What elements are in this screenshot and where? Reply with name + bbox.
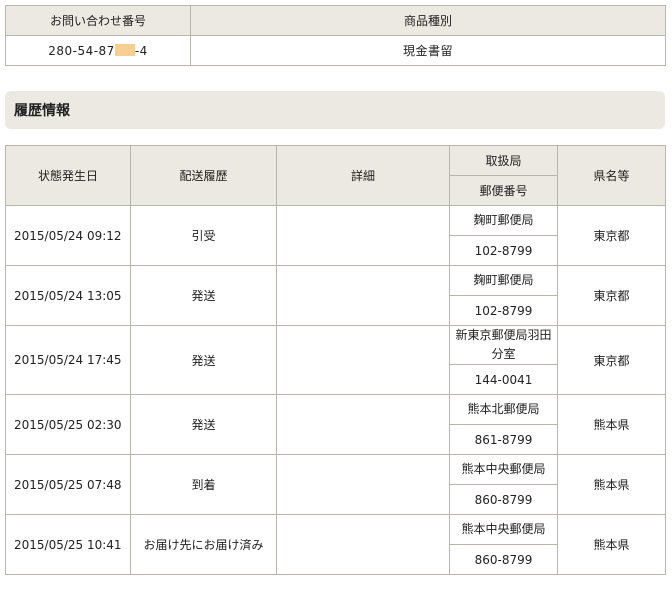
event-detail	[276, 265, 450, 326]
event-date: 2015/05/25 10:41	[5, 514, 131, 575]
handling-office: 新東京郵便局羽田分室	[449, 325, 558, 365]
history-row: 2015/05/25 02:30 発送 熊本北郵便局 熊本県	[5, 394, 666, 455]
delivery-status: 引受	[130, 205, 277, 266]
event-detail	[276, 205, 450, 266]
tracking-number: 280-54-87 -4	[5, 35, 191, 66]
handling-office: 麹町郵便局	[449, 265, 558, 296]
handling-office: 麹町郵便局	[449, 205, 558, 236]
prefecture: 熊本県	[557, 394, 666, 455]
event-date: 2015/05/24 09:12	[5, 205, 131, 266]
history-row: 2015/05/24 09:12 引受 麹町郵便局 東京都	[5, 205, 666, 266]
event-detail	[276, 325, 450, 395]
delivery-status: 発送	[130, 394, 277, 455]
prefecture-column-header: 県名等	[557, 145, 666, 206]
history-header-row: 状態発生日 配送履歴 詳細 取扱局 県名等	[5, 145, 666, 206]
history-row: 2015/05/24 17:45 発送 新東京郵便局羽田分室 東京都	[5, 325, 666, 395]
delivery-status: 到着	[130, 454, 277, 515]
prefecture: 熊本県	[557, 514, 666, 575]
history-table: 状態発生日 配送履歴 詳細 取扱局 県名等 郵便番号 2015/05/24 09…	[5, 145, 666, 575]
history-section-heading: 履歴情報	[5, 91, 665, 129]
delivery-status: 発送	[130, 265, 277, 326]
tracking-number-header: お問い合わせ番号	[5, 5, 191, 36]
status-column-header: 配送履歴	[130, 145, 277, 206]
event-date: 2015/05/25 07:48	[5, 454, 131, 515]
history-row: 2015/05/25 07:48 到着 熊本中央郵便局 熊本県	[5, 454, 666, 515]
tracking-summary-table: お問い合わせ番号 商品種別 280-54-87 -4 現金書留	[5, 5, 666, 66]
postal-code: 860-8799	[449, 544, 558, 575]
summary-header-row: お問い合わせ番号 商品種別	[5, 5, 666, 36]
prefecture: 東京都	[557, 265, 666, 326]
postal-code: 860-8799	[449, 484, 558, 515]
history-table-body: 状態発生日 配送履歴 詳細 取扱局 県名等 郵便番号 2015/05/24 09…	[5, 145, 666, 575]
handling-office: 熊本中央郵便局	[449, 454, 558, 485]
handling-office: 熊本中央郵便局	[449, 514, 558, 545]
product-type: 現金書留	[190, 35, 666, 66]
handling-office: 熊本北郵便局	[449, 394, 558, 425]
postal-code: 861-8799	[449, 424, 558, 455]
event-detail	[276, 454, 450, 515]
summary-value-row: 280-54-87 -4 現金書留	[5, 35, 666, 66]
masked-digits	[114, 43, 135, 56]
delivery-status: お届け先にお届け済み	[130, 514, 277, 575]
postal-code: 102-8799	[449, 295, 558, 326]
history-row: 2015/05/24 13:05 発送 麹町郵便局 東京都	[5, 265, 666, 326]
product-type-header: 商品種別	[190, 5, 666, 36]
postal-code: 144-0041	[449, 364, 558, 395]
history-row: 2015/05/25 10:41 お届け先にお届け済み 熊本中央郵便局 熊本県	[5, 514, 666, 575]
event-detail	[276, 394, 450, 455]
event-date: 2015/05/25 02:30	[5, 394, 131, 455]
tracking-number-prefix: 280-54-87	[48, 43, 115, 58]
postal-code: 102-8799	[449, 235, 558, 266]
history-heading-text: 履歴情報	[14, 103, 70, 119]
postal-code-column-header: 郵便番号	[449, 175, 558, 206]
detail-column-header: 詳細	[276, 145, 450, 206]
delivery-status: 発送	[130, 325, 277, 395]
prefecture: 東京都	[557, 325, 666, 395]
prefecture: 東京都	[557, 205, 666, 266]
tracking-number-suffix: -4	[134, 43, 148, 58]
event-date: 2015/05/24 17:45	[5, 325, 131, 395]
date-column-header: 状態発生日	[5, 145, 131, 206]
prefecture: 熊本県	[557, 454, 666, 515]
event-date: 2015/05/24 13:05	[5, 265, 131, 326]
event-detail	[276, 514, 450, 575]
office-column-header: 取扱局	[449, 145, 558, 176]
